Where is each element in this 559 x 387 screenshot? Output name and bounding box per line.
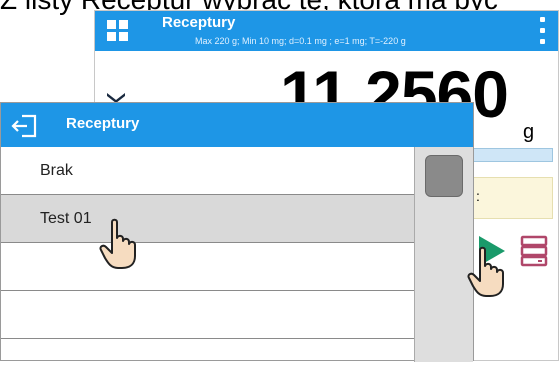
pointing-hand-icon [99, 218, 136, 269]
balance-header: Receptury Max 220 g; Min 10 mg; d=0.1 mg… [95, 11, 558, 51]
scrollbar-thumb[interactable] [425, 155, 463, 197]
pointing-hand-icon [467, 246, 504, 297]
list-item[interactable] [1, 339, 414, 387]
panel-header: Receptury [1, 103, 473, 147]
weight-bargraph [473, 148, 553, 162]
panel-title: Receptury [66, 115, 140, 132]
info-field: : [473, 177, 553, 219]
back-arrow-icon[interactable] [11, 113, 39, 139]
list-item[interactable] [1, 291, 414, 339]
database-icon[interactable] [517, 233, 551, 269]
balance-metrology: Max 220 g; Min 10 mg; d=0.1 mg ; e=1 mg;… [195, 36, 406, 46]
menu-dots-icon[interactable] [540, 17, 546, 47]
grid-icon[interactable] [107, 20, 129, 42]
list-item[interactable]: Brak [1, 147, 414, 195]
recipe-list: Brak Test 01 [1, 147, 414, 362]
recipes-panel: Receptury Brak Test 01 [0, 102, 474, 362]
balance-title: Receptury [162, 14, 236, 31]
list-item[interactable] [1, 243, 414, 291]
weight-unit: g [523, 121, 535, 143]
scrollbar[interactable] [414, 147, 473, 362]
list-item-selected[interactable]: Test 01 [1, 195, 414, 243]
